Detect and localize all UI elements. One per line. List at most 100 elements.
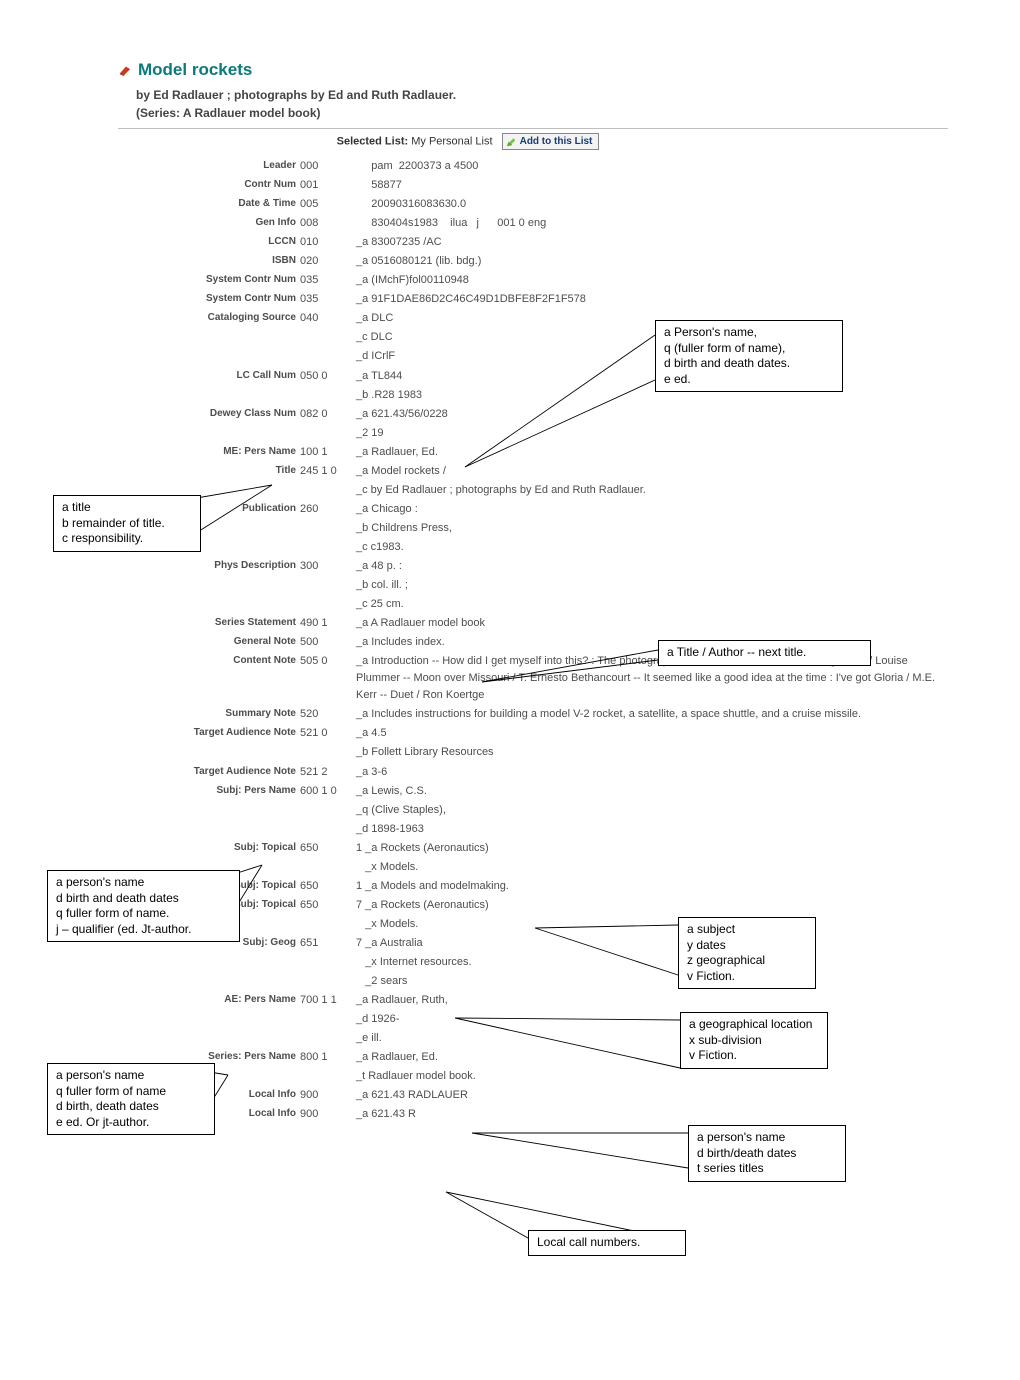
field-tag: 100 1 xyxy=(300,444,356,461)
marc-row: _t Radlauer model book. xyxy=(118,1068,948,1085)
field-value: _c by Ed Radlauer ; photographs by Ed an… xyxy=(356,482,948,499)
field-value: _c 25 cm. xyxy=(356,596,948,613)
marc-row: Title245 1 0_a Model rockets / xyxy=(118,463,948,480)
field-tag: 900 xyxy=(300,1087,356,1104)
field-label: Cataloging Source xyxy=(118,310,300,326)
field-value: _q (Clive Staples), xyxy=(356,802,948,819)
field-label: ISBN xyxy=(118,253,300,269)
field-value: 7 _a Australia xyxy=(356,935,948,952)
field-tag: 651 xyxy=(300,935,356,952)
field-tag: 650 xyxy=(300,897,356,914)
callout-700: a person's nameq fuller form of named bi… xyxy=(47,1063,215,1135)
field-label: Target Audience Note xyxy=(118,725,300,741)
marc-row: _b col. ill. ; xyxy=(118,577,948,594)
marc-row: Target Audience Note521 2_a 3-6 xyxy=(118,764,948,781)
field-tag: 082 0 xyxy=(300,406,356,423)
field-value: 1 _a Models and modelmaking. xyxy=(356,878,948,895)
marc-row: _b Follett Library Resources xyxy=(118,744,948,761)
selected-list-bar: Selected List: My Personal List Add to t… xyxy=(118,133,818,150)
callout-651: a geographical locationx sub-divisionv F… xyxy=(680,1012,828,1069)
field-tag: 001 xyxy=(300,177,356,194)
field-value: _x Internet resources. xyxy=(356,954,948,971)
field-value: _a 4.5 xyxy=(356,725,948,742)
marc-row: Target Audience Note521 0_a 4.5 xyxy=(118,725,948,742)
field-tag: 650 xyxy=(300,878,356,895)
field-label: Summary Note xyxy=(118,706,300,722)
marc-row: _x Models. xyxy=(118,859,948,876)
field-value: _a (IMchF)fol00110948 xyxy=(356,272,948,289)
field-tag: 900 xyxy=(300,1106,356,1123)
field-value: _a 621.43 RADLAUER xyxy=(356,1087,948,1104)
field-value: pam 2200373 a 4500 xyxy=(356,158,948,175)
field-value: _a A Radlauer model book xyxy=(356,615,948,632)
field-label: System Contr Num xyxy=(118,291,300,307)
marc-row: Subj: Pers Name600 1 0_a Lewis, C.S. xyxy=(118,783,948,800)
field-tag: 260 xyxy=(300,501,356,518)
field-value: _a Chicago : xyxy=(356,501,948,518)
field-value: _a 91F1DAE86D2C46C49D1DBFE8F2F1F578 xyxy=(356,291,948,308)
field-value: _d 1926- xyxy=(356,1011,948,1028)
field-tag: 245 1 0 xyxy=(300,463,356,480)
field-label: Phys Description xyxy=(118,558,300,574)
book-icon xyxy=(118,64,132,76)
marc-row: Subj: Topical6507 _a Rockets (Aeronautic… xyxy=(118,897,948,914)
field-tag: 010 xyxy=(300,234,356,251)
callout-600: a person's named birth and death datesq … xyxy=(47,870,240,942)
marc-row: _c 25 cm. xyxy=(118,596,948,613)
field-label: LC Call Num xyxy=(118,368,300,384)
field-tag: 300 xyxy=(300,558,356,575)
pencil-icon xyxy=(506,136,517,147)
field-value: _a TL844 xyxy=(356,368,948,385)
marc-row: Dewey Class Num082 0_a 621.43/56/0228 xyxy=(118,406,948,423)
marc-row: Contr Num001 58877 xyxy=(118,177,948,194)
marc-row: _q (Clive Staples), xyxy=(118,802,948,819)
field-value: _d ICrlF xyxy=(356,348,948,365)
field-label: LCCN xyxy=(118,234,300,250)
marc-row: Subj: Topical6501 _a Models and modelmak… xyxy=(118,878,948,895)
field-value: _c c1983. xyxy=(356,539,948,556)
field-tag: 500 xyxy=(300,634,356,651)
field-tag: 490 1 xyxy=(300,615,356,632)
marc-row: Subj: Topical6501 _a Rockets (Aeronautic… xyxy=(118,840,948,857)
callout-245: a titleb remainder of title.c responsibi… xyxy=(53,495,201,552)
field-label: Series Statement xyxy=(118,615,300,631)
field-tag: 800 1 xyxy=(300,1049,356,1066)
field-tag: 650 xyxy=(300,840,356,857)
add-button-label: Add to this List xyxy=(520,136,593,147)
field-tag: 520 xyxy=(300,706,356,723)
field-tag: 521 0 xyxy=(300,725,356,742)
series-note: (Series: A Radlauer model book) xyxy=(136,106,1020,120)
field-value: 58877 xyxy=(356,177,948,194)
field-tag: 008 xyxy=(300,215,356,232)
marc-row: Local Info900_a 621.43 R xyxy=(118,1106,948,1123)
marc-row: Local Info900_a 621.43 RADLAUER xyxy=(118,1087,948,1104)
field-label: Content Note xyxy=(118,653,300,669)
field-value: _e ill. xyxy=(356,1030,948,1047)
field-label: Gen Info xyxy=(118,215,300,231)
selected-list-label: Selected List: xyxy=(337,135,409,147)
record-title: Model rockets xyxy=(138,60,252,80)
add-to-list-button[interactable]: Add to this List xyxy=(502,133,600,150)
marc-row: _2 19 xyxy=(118,425,948,442)
field-value: _x Models. xyxy=(356,916,948,933)
field-value: _b .R28 1983 xyxy=(356,387,948,404)
field-tag: 035 xyxy=(300,291,356,308)
marc-row: Gen Info008 830404s1983 ilua j 001 0 eng xyxy=(118,215,948,232)
field-value: _a 3-6 xyxy=(356,764,948,781)
field-value: _d 1898-1963 xyxy=(356,821,948,838)
field-value: _a 621.43/56/0228 xyxy=(356,406,948,423)
field-value: _a Lewis, C.S. xyxy=(356,783,948,800)
field-value: _a Radlauer, Ed. xyxy=(356,1049,948,1066)
field-tag: 505 0 xyxy=(300,653,356,670)
field-label: Leader xyxy=(118,158,300,174)
marc-row: _b Childrens Press, xyxy=(118,520,948,537)
field-tag: 521 2 xyxy=(300,764,356,781)
callout-100: a Person's name,q (fuller form of name),… xyxy=(655,320,843,392)
field-value: 7 _a Rockets (Aeronautics) xyxy=(356,897,948,914)
field-value: _b col. ill. ; xyxy=(356,577,948,594)
field-value: _x Models. xyxy=(356,859,948,876)
marc-row: AE: Pers Name700 1 1_a Radlauer, Ruth, xyxy=(118,992,948,1009)
marc-row: System Contr Num035_a (IMchF)fol00110948 xyxy=(118,272,948,289)
field-value: 20090316083630.0 xyxy=(356,196,948,213)
field-value: _a 83007235 /AC xyxy=(356,234,948,251)
